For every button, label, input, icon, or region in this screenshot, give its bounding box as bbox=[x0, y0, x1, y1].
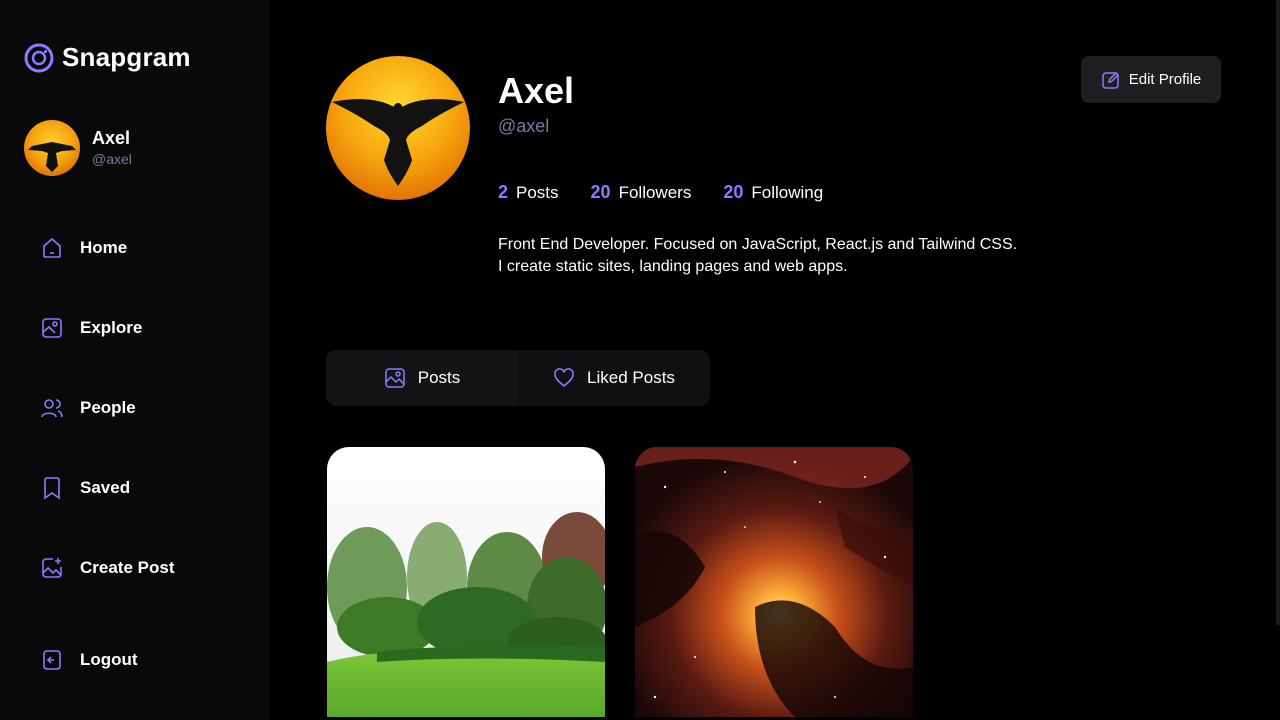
nav-explore-label: Explore bbox=[80, 318, 143, 337]
avatar bbox=[24, 120, 80, 176]
app-logo[interactable]: Snapgram bbox=[24, 42, 191, 73]
user-name: Axel bbox=[92, 128, 131, 148]
nav-people-label: People bbox=[80, 398, 136, 417]
profile-bio: Front End Developer. Focused on JavaScri… bbox=[498, 234, 1098, 278]
tab-liked-label: Liked Posts bbox=[587, 368, 675, 387]
people-icon bbox=[41, 399, 63, 418]
nav-logout-label: Logout bbox=[80, 650, 138, 669]
stat-label: Following bbox=[751, 183, 824, 202]
post-image bbox=[635, 447, 913, 717]
stat-label: Followers bbox=[618, 183, 692, 202]
nav-create-post[interactable]: Create Post bbox=[40, 556, 174, 580]
scrollbar[interactable] bbox=[1276, 0, 1280, 625]
profile-name: Axel bbox=[498, 70, 575, 111]
heart-icon bbox=[554, 368, 574, 388]
stat-followers[interactable]: 20 Followers bbox=[591, 182, 692, 203]
user-handle: @axel bbox=[92, 151, 132, 167]
nav-people[interactable]: People bbox=[40, 396, 136, 420]
bio-line: I create static sites, landing pages and… bbox=[498, 258, 848, 275]
profile-handle: @axel bbox=[498, 116, 550, 136]
stat-label: Posts bbox=[516, 183, 559, 202]
profile-tabs: Posts Liked Posts bbox=[326, 350, 710, 406]
logout-icon bbox=[43, 650, 61, 670]
nav-saved-label: Saved bbox=[80, 478, 131, 497]
bio-line: Front End Developer. Focused on JavaScri… bbox=[498, 236, 1018, 253]
edit-icon bbox=[1101, 71, 1119, 89]
stat-value: 20 bbox=[723, 182, 744, 202]
current-user[interactable]: Axel @axel bbox=[24, 120, 132, 176]
bookmark-icon bbox=[44, 477, 60, 500]
stat-value: 2 bbox=[498, 182, 509, 202]
explore-icon bbox=[42, 318, 62, 338]
nav-create-post-label: Create Post bbox=[80, 558, 175, 577]
post-card[interactable] bbox=[327, 447, 605, 717]
tab-liked-posts[interactable]: Liked Posts bbox=[518, 350, 710, 406]
post-image bbox=[327, 447, 605, 717]
posts-icon bbox=[384, 368, 405, 388]
nav-home-label: Home bbox=[80, 238, 128, 257]
stat-following[interactable]: 20 Following bbox=[723, 182, 823, 203]
profile-stats: 2 Posts 20 Followers 20 Following bbox=[498, 182, 823, 203]
edit-profile-label: Edit Profile bbox=[1128, 71, 1202, 88]
home-icon bbox=[43, 237, 61, 258]
nav-logout[interactable]: Logout bbox=[40, 648, 138, 672]
tab-posts[interactable]: Posts bbox=[326, 350, 518, 406]
app-name: Snapgram bbox=[62, 42, 191, 72]
nav-explore[interactable]: Explore bbox=[40, 316, 142, 340]
stat-value: 20 bbox=[590, 182, 611, 202]
tab-posts-label: Posts bbox=[417, 368, 461, 387]
edit-profile-button[interactable]: Edit Profile bbox=[1081, 56, 1221, 103]
gallery-add-icon bbox=[42, 558, 62, 578]
sidebar: Snapgram Axel @axel Home Explore People … bbox=[0, 0, 270, 720]
logo-icon bbox=[24, 43, 54, 72]
post-card[interactable] bbox=[635, 447, 913, 717]
nav-home[interactable]: Home bbox=[40, 236, 127, 260]
nav-saved[interactable]: Saved bbox=[40, 476, 130, 500]
profile-avatar bbox=[326, 56, 470, 200]
stat-posts: 2 Posts bbox=[498, 182, 559, 203]
